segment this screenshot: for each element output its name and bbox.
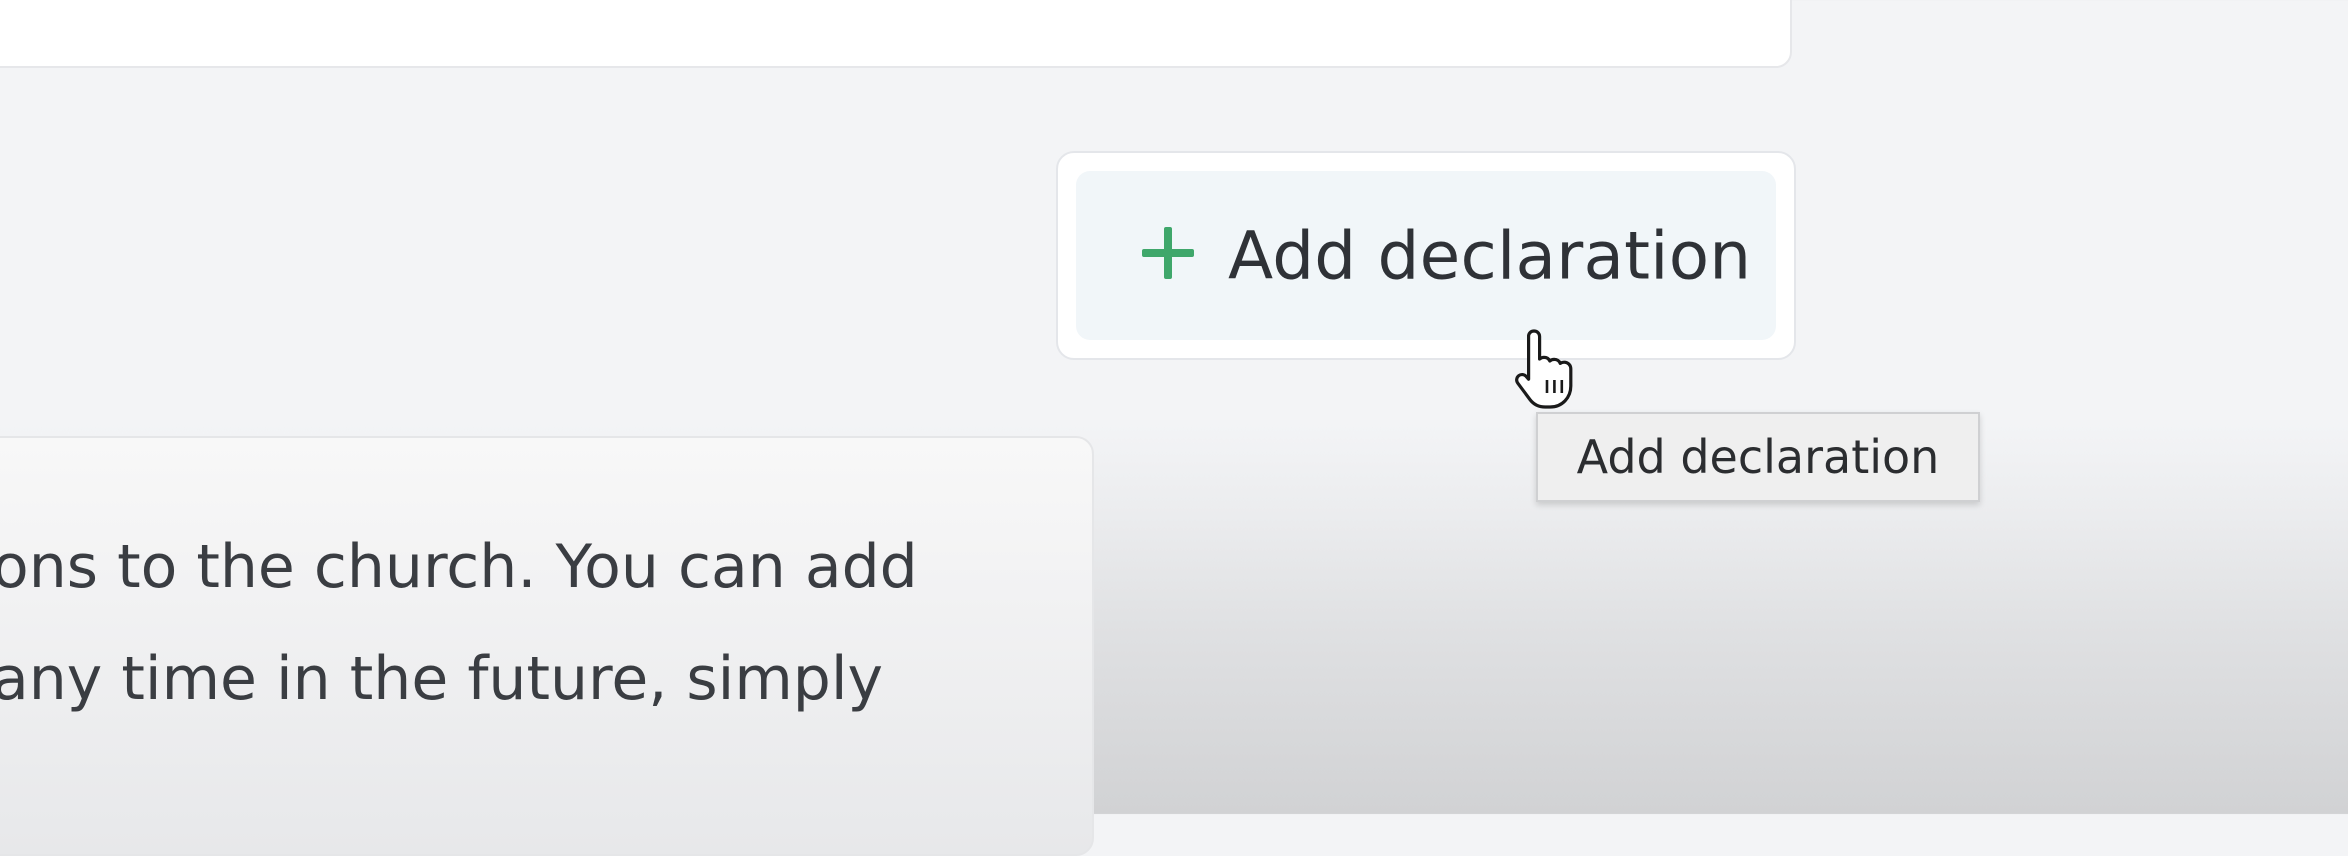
add-declaration-label: Add declaration — [1228, 217, 1752, 294]
add-declaration-frame: Add declaration — [1056, 151, 1796, 360]
top-card — [0, 0, 1792, 68]
tooltip-text: Add declaration — [1576, 430, 1940, 484]
hand-pointer-cursor-icon — [1515, 329, 1573, 409]
plus-icon — [1142, 227, 1194, 279]
add-declaration-button[interactable]: Add declaration — [1076, 171, 1776, 340]
description-line: any time in the future, simply — [0, 644, 884, 714]
description-line: ons to the church. You can add — [0, 532, 918, 602]
tooltip: Add declaration — [1536, 412, 1980, 502]
description-card: ons to the church. You can add any time … — [0, 436, 1094, 856]
